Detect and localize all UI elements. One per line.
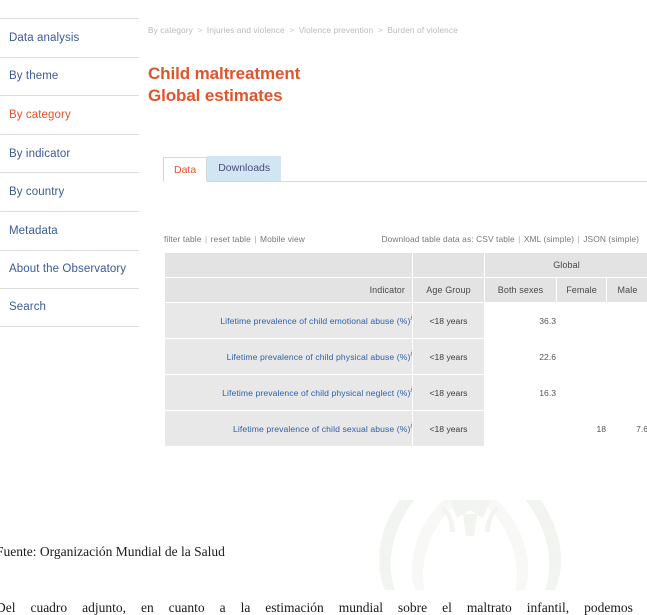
indicator-data-table: Global Indicator Age Group Both sexes Fe… xyxy=(164,252,647,447)
sidebar-item-metadata[interactable]: Metadata xyxy=(0,210,139,250)
download-tools: Download table data as: CSV table | XML … xyxy=(382,234,640,244)
column-header-both-sexes[interactable]: Both sexes xyxy=(484,277,557,303)
info-marker-icon[interactable]: i xyxy=(410,387,412,394)
breadcrumb-item-burden-of-violence[interactable]: Burden of violence xyxy=(387,26,458,35)
table-row: Lifetime prevalence of child physical ab… xyxy=(164,338,647,375)
both-sexes-value-cell xyxy=(484,410,557,447)
sidebar-item-by-indicator[interactable]: By indicator xyxy=(0,133,139,173)
download-json-link[interactable]: JSON (simple) xyxy=(583,234,639,244)
sidebar-item-label: By country xyxy=(9,186,65,199)
group-header-global: Global xyxy=(483,252,647,278)
tool-separator: | xyxy=(204,234,208,244)
table-body: Lifetime prevalence of child emotional a… xyxy=(164,302,647,447)
document-text-area: Fuente: Organización Mundial de la Salud… xyxy=(0,500,647,615)
download-xml-link[interactable]: XML (simple) xyxy=(524,234,574,244)
sidebar-item-label: By indicator xyxy=(9,147,71,160)
male-value-cell xyxy=(605,374,647,411)
column-header-male[interactable]: Male xyxy=(605,277,647,303)
sidebar-item-by-country[interactable]: By country xyxy=(0,172,139,211)
breadcrumb-item-by-category[interactable]: By category xyxy=(148,26,193,35)
breadcrumb-separator-icon: > xyxy=(377,25,383,35)
sidebar-item-by-category[interactable]: By category xyxy=(0,95,139,134)
body-paragraph: Del cuadro adjunto, en cuanto a la estimación mu… xyxy=(0,598,633,615)
page-title-line-1: Child maltreatment xyxy=(148,64,301,84)
sidebar-item-label: About the Observatory xyxy=(9,263,127,276)
age-group-cell: <18 years xyxy=(412,338,485,375)
indicator-link[interactable]: Lifetime prevalence of child physical ne… xyxy=(222,388,410,398)
breadcrumb-item-violence-prevention[interactable]: Violence prevention xyxy=(299,26,374,35)
sidebar-item-about-the-observatory[interactable]: About the Observatory xyxy=(0,249,139,289)
table-row: Lifetime prevalence of child sexual abus… xyxy=(164,410,647,447)
female-value-cell xyxy=(556,374,607,411)
breadcrumb-item-injuries-and-violence[interactable]: Injuries and violence xyxy=(207,26,285,35)
female-value-cell xyxy=(556,302,607,339)
both-sexes-value-cell: 22.6 xyxy=(484,338,557,375)
both-sexes-value-cell: 36.3 xyxy=(484,302,557,339)
female-value-cell xyxy=(556,338,607,375)
download-prefix-label: Download table data as: xyxy=(381,234,474,244)
table-head: Global Indicator Age Group Both sexes Fe… xyxy=(164,252,647,303)
table-tools: filter table | reset table | Mobile view xyxy=(164,234,305,244)
tab-label: Data xyxy=(174,164,197,176)
sidebar-item-label: By theme xyxy=(9,70,59,83)
source-caption: Fuente: Organización Mundial de la Salud xyxy=(0,544,225,559)
info-marker-icon[interactable]: i xyxy=(410,423,412,430)
mobile-view-link[interactable]: Mobile view xyxy=(260,234,305,244)
breadcrumb-separator-icon: > xyxy=(289,25,295,35)
column-header-age-group[interactable]: Age Group xyxy=(412,277,485,303)
page-title-line-2: Global estimates xyxy=(148,85,283,105)
tab-downloads[interactable]: Downloads xyxy=(207,156,282,181)
male-value-cell: 7.6 xyxy=(605,410,647,447)
age-group-cell: <18 years xyxy=(412,374,485,411)
sidebar-item-label: Metadata xyxy=(9,224,58,237)
male-value-cell xyxy=(605,302,647,339)
sidebar-item-label: By category xyxy=(9,108,71,121)
filter-table-link[interactable]: filter table xyxy=(164,234,202,244)
column-header-indicator[interactable]: Indicator xyxy=(164,277,413,303)
info-marker-icon[interactable]: i xyxy=(410,315,412,322)
tool-separator: | xyxy=(254,234,257,244)
tool-separator: | xyxy=(577,234,580,244)
sidebar-item-label: Data analysis xyxy=(9,31,80,44)
column-header-female[interactable]: Female xyxy=(556,277,607,303)
indicator-cell: Lifetime prevalence of child physical ab… xyxy=(164,338,413,375)
info-marker-icon[interactable]: i xyxy=(410,351,412,358)
both-sexes-value-cell: 16.3 xyxy=(484,374,557,411)
who-observatory-screenshot: Data analysis By theme By category By in… xyxy=(0,0,647,500)
sidebar-navigation: Data analysis By theme By category By in… xyxy=(0,18,139,327)
female-value-cell: 18 xyxy=(556,410,607,447)
table-row: Lifetime prevalence of child physical ne… xyxy=(164,374,647,411)
male-value-cell xyxy=(605,338,647,375)
table-column-header-row: Indicator Age Group Both sexes Female Ma… xyxy=(164,277,647,303)
page-title: Child maltreatment Global estimates xyxy=(148,63,300,106)
table-row: Lifetime prevalence of child emotional a… xyxy=(164,302,647,339)
table-group-header-row: Global xyxy=(164,252,647,278)
group-header-spacer xyxy=(412,252,485,278)
sidebar-item-search[interactable]: Search xyxy=(0,288,139,327)
breadcrumb-separator-icon: > xyxy=(197,25,203,35)
breadcrumb: By category > Injuries and violence > Vi… xyxy=(148,25,458,35)
tab-bar: Data Downloads xyxy=(163,155,647,182)
main-content: By category > Injuries and violence > Vi… xyxy=(146,0,647,500)
indicator-cell: Lifetime prevalence of child emotional a… xyxy=(164,302,413,339)
indicator-link[interactable]: Lifetime prevalence of child sexual abus… xyxy=(233,424,410,434)
body-paragraph-line: Del cuadro adjunto, en cuanto a la estimación mu… xyxy=(0,600,633,615)
tab-data[interactable]: Data xyxy=(163,157,208,182)
indicator-cell: Lifetime prevalence of child physical ne… xyxy=(164,374,413,411)
download-csv-link[interactable]: CSV table xyxy=(476,234,515,244)
sidebar-item-data-analysis[interactable]: Data analysis xyxy=(0,18,139,57)
tab-label: Downloads xyxy=(218,162,271,174)
age-group-cell: <18 years xyxy=(412,410,485,447)
indicator-cell: Lifetime prevalence of child sexual abus… xyxy=(164,410,413,447)
sidebar-item-label: Search xyxy=(9,301,47,314)
sidebar-item-by-theme[interactable]: By theme xyxy=(0,56,139,96)
group-header-spacer xyxy=(164,252,413,278)
age-group-cell: <18 years xyxy=(412,302,485,339)
indicator-link[interactable]: Lifetime prevalence of child emotional a… xyxy=(220,316,410,326)
indicator-link[interactable]: Lifetime prevalence of child physical ab… xyxy=(227,352,411,362)
reset-table-link[interactable]: reset table xyxy=(211,234,251,244)
tool-separator: | xyxy=(518,234,521,244)
